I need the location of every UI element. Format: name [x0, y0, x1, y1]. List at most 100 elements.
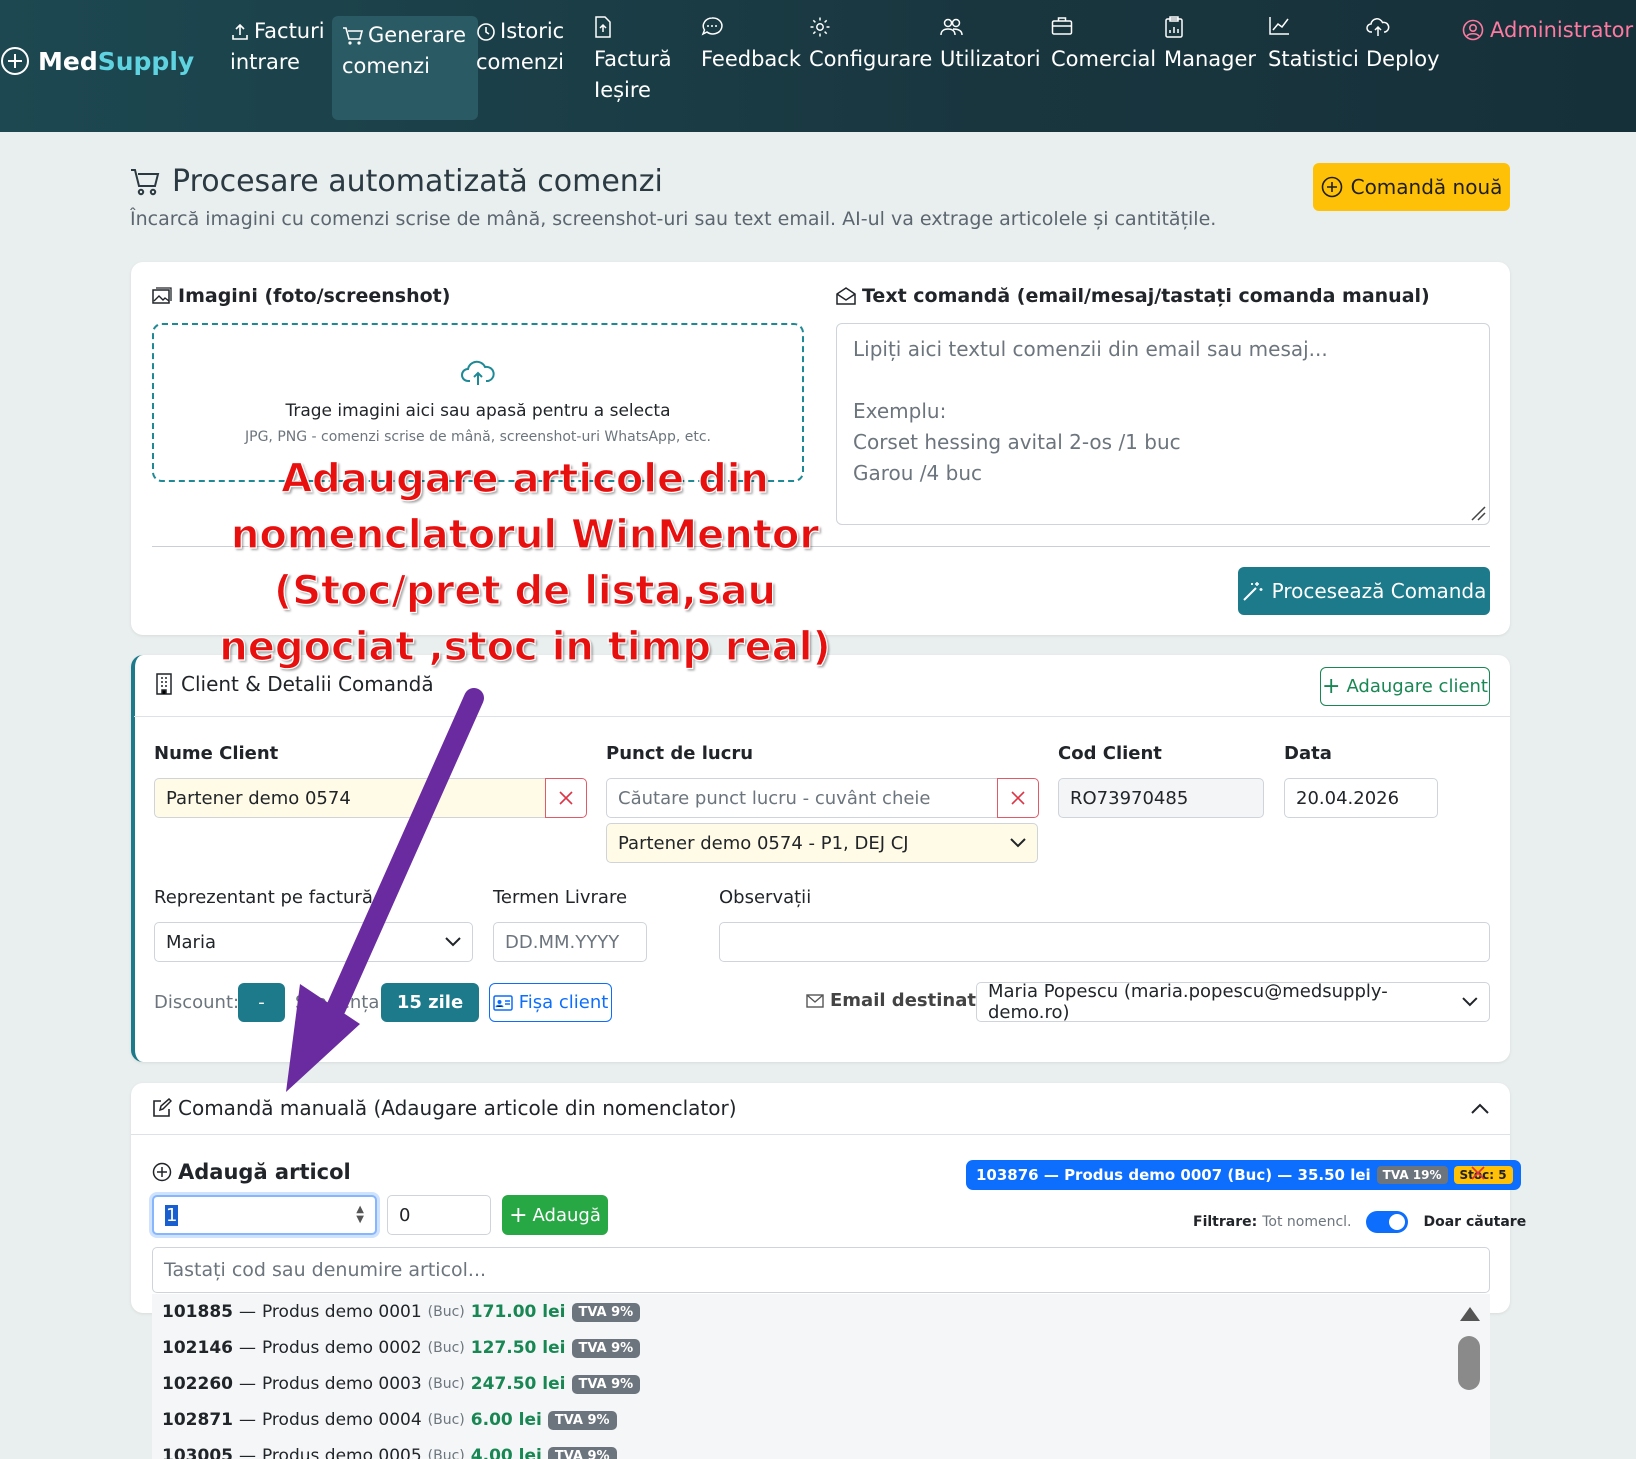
item-name: Produs demo 0002: [261, 1338, 422, 1358]
item-unit: (Buc): [427, 1448, 465, 1459]
filter-toggle[interactable]: [1366, 1211, 1409, 1233]
due-term-value-button[interactable]: 15 zile: [381, 983, 479, 1022]
price-input[interactable]: 0: [387, 1195, 491, 1235]
nav-generare-comenzi[interactable]: Generare comenzi: [332, 16, 479, 120]
item-unit: (Buc): [427, 1376, 465, 1392]
client-name-label: Nume Client: [154, 743, 279, 764]
divider: [131, 1134, 1510, 1135]
email-recipient-select[interactable]: Maria Popescu (maria.popescu@medsupply-d…: [976, 981, 1490, 1023]
chat-icon: [701, 17, 723, 36]
item-name: Produs demo 0004: [261, 1410, 422, 1430]
nav-label: comenzi: [476, 50, 564, 74]
chevron-down-icon: [445, 937, 461, 947]
brand-logo[interactable]: MedSupply: [0, 46, 194, 76]
discount-value-button[interactable]: -: [238, 983, 285, 1022]
nav-label: comenzi: [342, 54, 430, 78]
tva-badge: TVA 9%: [571, 1338, 641, 1358]
list-scrollbar[interactable]: [1458, 1304, 1482, 1404]
item-unit: (Buc): [427, 1340, 465, 1356]
list-item[interactable]: 103005— Produs demo 0005 (Buc) 4.00 lei TVA …: [152, 1438, 1490, 1459]
workpoint-select[interactable]: Partener demo 0574 - P1, DEJ CJ: [606, 823, 1038, 863]
due-term-value: 15 zile: [396, 992, 464, 1013]
add-article-label: Adaugă: [532, 1204, 601, 1226]
plus-icon: +: [1322, 674, 1341, 699]
upload-icon: [232, 23, 248, 40]
nav-deploy[interactable]: Deploy: [1366, 16, 1440, 75]
dropzone-hint-text: JPG, PNG - comenzi scrise de mână, scree…: [245, 429, 711, 445]
quantity-input[interactable]: 1 ▲ ▼: [152, 1195, 377, 1235]
nav-configurare[interactable]: Configurare: [809, 16, 932, 75]
date-value: 20.04.2026: [1296, 787, 1400, 809]
nav-label: Configurare: [809, 47, 933, 71]
plus-icon: +: [509, 1202, 528, 1228]
close-icon: [559, 791, 573, 805]
new-order-label: Comandă nouă: [1350, 175, 1503, 199]
workpoint-search-input[interactable]: Căutare punct lucru - cuvânt cheie: [606, 778, 998, 818]
nav-manager[interactable]: Manager: [1164, 16, 1256, 75]
add-article-button[interactable]: + Adaugă: [502, 1195, 608, 1235]
representative-select[interactable]: Maria: [154, 922, 473, 962]
nav-feedback[interactable]: Feedback: [701, 16, 801, 75]
nav-factura-iesire[interactable]: Factură Ieșire: [594, 16, 672, 106]
process-order-button[interactable]: Procesează Comanda: [1238, 567, 1490, 615]
admin-menu[interactable]: Administrator ▼: [1462, 18, 1636, 42]
clear-client-button[interactable]: [545, 778, 587, 818]
notes-input[interactable]: [719, 922, 1490, 962]
nav-statistici[interactable]: Statistici: [1268, 16, 1359, 75]
clear-workpoint-button[interactable]: [997, 778, 1039, 818]
chevron-up-icon[interactable]: [1471, 1102, 1489, 1114]
scroll-up-icon[interactable]: [1458, 1304, 1482, 1324]
close-icon: [1011, 791, 1025, 805]
images-section-title: Imagini (foto/screenshot): [152, 285, 450, 307]
client-code-input[interactable]: RO73970485: [1058, 778, 1264, 818]
date-input[interactable]: 20.04.2026: [1284, 778, 1438, 818]
nav-label: Istoric: [500, 19, 565, 43]
annotation-text-line: Adaugare articole din: [280, 455, 769, 502]
quantity-value: 1: [165, 1204, 179, 1226]
item-unit: (Buc): [427, 1412, 465, 1428]
stepper-arrows-icon[interactable]: ▲ ▼: [356, 1205, 364, 1225]
discount-label: Discount:: [154, 992, 240, 1013]
discount-value: -: [258, 992, 265, 1013]
article-results-list: 101885— Produs demo 0001 (Buc) 171.00 lei TV…: [152, 1294, 1490, 1459]
brand-name-accent: Supply: [97, 46, 195, 76]
delivery-term-input[interactable]: DD.MM.YYYY: [493, 922, 647, 962]
notes-label: Observații: [719, 887, 812, 908]
envelope-open-icon: [836, 287, 856, 305]
list-item[interactable]: 101885— Produs demo 0001 (Buc) 171.00 lei TV…: [152, 1294, 1490, 1330]
annotation-text-line: nomenclatorul WinMentor: [230, 511, 820, 558]
list-item[interactable]: 102260— Produs demo 0003 (Buc) 247.50 lei TV…: [152, 1366, 1490, 1402]
list-item[interactable]: 102871— Produs demo 0004 (Buc) 6.00 lei TVA …: [152, 1402, 1490, 1438]
list-item[interactable]: 102146— Produs demo 0002 (Buc) 127.50 lei TV…: [152, 1330, 1490, 1366]
nav-label: Ieșire: [594, 78, 651, 102]
email-recipient-value: Maria Popescu (maria.popescu@medsupply-d…: [988, 981, 1388, 1023]
item-price: 4.00 lei: [470, 1446, 542, 1459]
manual-order-header[interactable]: Comandă manuală (Adaugare articole din n…: [152, 1096, 737, 1120]
article-search-input[interactable]: Tastați cod sau denumire articol...: [152, 1247, 1490, 1293]
nav-istoric-comenzi[interactable]: Istoric comenzi: [476, 16, 564, 78]
top-navbar: MedSupply Facturi intrare Generare comen…: [0, 0, 1636, 132]
nav-label: Deploy: [1366, 47, 1440, 71]
cart-icon: [131, 168, 160, 195]
chevron-down-icon: [1010, 838, 1026, 848]
clipboard-chart-icon: [1165, 16, 1183, 38]
nav-utilizatori[interactable]: Utilizatori: [940, 16, 1041, 75]
client-name-input[interactable]: Partener demo 0574: [154, 778, 546, 818]
article-search-placeholder: Tastați cod sau denumire articol...: [164, 1259, 487, 1281]
nav-comercial[interactable]: Comercial: [1051, 16, 1156, 75]
add-client-button[interactable]: + Adaugare client: [1320, 667, 1490, 706]
item-price: 171.00 lei: [470, 1302, 566, 1322]
close-icon[interactable]: [1471, 1166, 1485, 1180]
resize-handle-icon[interactable]: [1468, 503, 1486, 521]
gear-icon: [810, 17, 830, 37]
nav-label: Utilizatori: [940, 47, 1041, 71]
nav-facturi-intrare[interactable]: Facturi intrare: [230, 16, 325, 78]
tva-badge: TVA 9%: [547, 1410, 617, 1430]
date-label: Data: [1284, 743, 1332, 764]
scrollbar-thumb[interactable]: [1458, 1336, 1480, 1390]
new-order-button[interactable]: Comandă nouă: [1313, 163, 1510, 211]
client-sheet-button[interactable]: Fișa client: [489, 983, 612, 1022]
annotation-text-line: negociat ,stoc in timp real): [219, 623, 832, 670]
order-text-area[interactable]: Lipiți aici textul comenzii din email sa…: [836, 323, 1490, 525]
nav-label: Feedback: [701, 47, 802, 71]
